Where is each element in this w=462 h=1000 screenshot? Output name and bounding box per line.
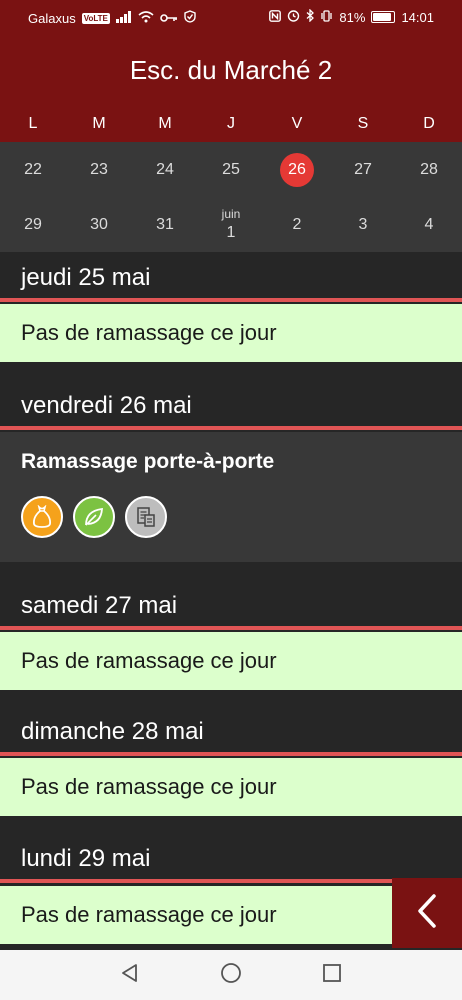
key-icon (160, 11, 178, 26)
weekday-label: L (28, 115, 38, 132)
paper-cardboard-icon[interactable] (125, 496, 167, 538)
weekday-label: M (158, 115, 172, 132)
wifi-icon (138, 10, 154, 26)
calendar-day-number: 26 (288, 160, 306, 178)
carrier-name: Galaxus (28, 10, 76, 26)
household-waste-bag-icon[interactable] (21, 496, 63, 538)
calendar-day-number: 2 (292, 215, 302, 233)
no-pickup-message: Pas de ramassage ce jour (0, 758, 462, 816)
calendar-day-number: 30 (90, 215, 108, 233)
calendar-day[interactable]: 3 (330, 197, 396, 252)
nav-back-icon[interactable] (120, 963, 140, 988)
calendar-day-number: 1 (226, 224, 236, 241)
day-header: jeudi 25 mai (0, 252, 462, 302)
volte-badge: VoLTE (81, 12, 110, 24)
calendar-day[interactable]: juin 1 (198, 197, 264, 252)
clock: 14:01 (401, 9, 434, 25)
calendar-day[interactable]: 30 (66, 197, 132, 252)
nav-recents-icon[interactable] (322, 963, 342, 988)
calendar-day-selected[interactable]: 26 (264, 142, 330, 197)
calendar-day-number: 31 (156, 215, 174, 233)
bluetooth-icon (306, 8, 315, 25)
month-change-label: juin (221, 207, 241, 221)
calendar-day[interactable]: 28 (396, 142, 462, 197)
calendar-week-row: 29 30 31 juin 1 2 3 4 (0, 197, 462, 252)
calendar-day-number: 27 (354, 160, 372, 178)
weekday-label: D (423, 115, 435, 132)
battery-icon (371, 11, 396, 23)
alarm-icon (287, 9, 300, 25)
battery-percent: 81% (339, 9, 366, 25)
page-title: Esc. du Marché 2 (0, 36, 462, 104)
no-pickup-message: Pas de ramassage ce jour (0, 632, 462, 690)
calendar-week-row: 22 23 24 25 26 27 28 (0, 142, 462, 197)
calendar-day-number: 22 (24, 160, 42, 178)
calendar-grid: 22 23 24 25 26 27 28 29 30 31 juin 1 2 3… (0, 142, 462, 252)
day-header: vendredi 26 mai (0, 380, 462, 430)
signal-icon (115, 10, 132, 26)
calendar-day[interactable]: 4 (396, 197, 462, 252)
pickup-card[interactable]: Ramassage porte-à-porte (0, 432, 462, 562)
day-header: samedi 27 mai (0, 580, 462, 630)
calendar-day-number: 28 (420, 160, 438, 178)
calendar-day[interactable]: 24 (132, 142, 198, 197)
calendar-day-number: 3 (358, 215, 368, 233)
day-header: dimanche 28 mai (0, 706, 462, 756)
calendar-day-number: 23 (90, 160, 108, 178)
weekday-label: M (92, 115, 106, 132)
status-bar: Galaxus VoLTE 81% 14:01 (0, 0, 462, 36)
calendar-day-number: 25 (222, 160, 240, 178)
weekday-label: V (291, 115, 303, 132)
calendar-day[interactable]: 25 (198, 142, 264, 197)
waste-type-icons (21, 496, 462, 538)
calendar-day[interactable]: 29 (0, 197, 66, 252)
back-button[interactable] (392, 878, 462, 948)
vibrate-icon (320, 9, 333, 25)
calendar-day[interactable]: 27 (330, 142, 396, 197)
calendar-day-number: 29 (24, 215, 42, 233)
day-header: lundi 29 mai (0, 833, 462, 883)
nav-home-icon[interactable] (220, 962, 242, 989)
system-nav-bar (0, 950, 462, 1000)
no-pickup-message: Pas de ramassage ce jour (0, 304, 462, 362)
weekday-header: L M M J V S D (0, 104, 462, 142)
chevron-left-icon (416, 893, 438, 934)
calendar-day[interactable]: 22 (0, 142, 66, 197)
weekday-label: J (227, 115, 235, 132)
shield-icon (184, 10, 196, 26)
calendar-day[interactable]: 2 (264, 197, 330, 252)
green-waste-leaf-icon[interactable] (73, 496, 115, 538)
calendar-day[interactable]: 31 (132, 197, 198, 252)
pickup-title: Ramassage porte-à-porte (21, 450, 275, 473)
nfc-icon (269, 9, 282, 25)
calendar-day[interactable]: 23 (66, 142, 132, 197)
calendar-day-number: 4 (424, 215, 434, 233)
calendar-day-number: 24 (156, 160, 174, 178)
weekday-label: S (357, 115, 369, 132)
